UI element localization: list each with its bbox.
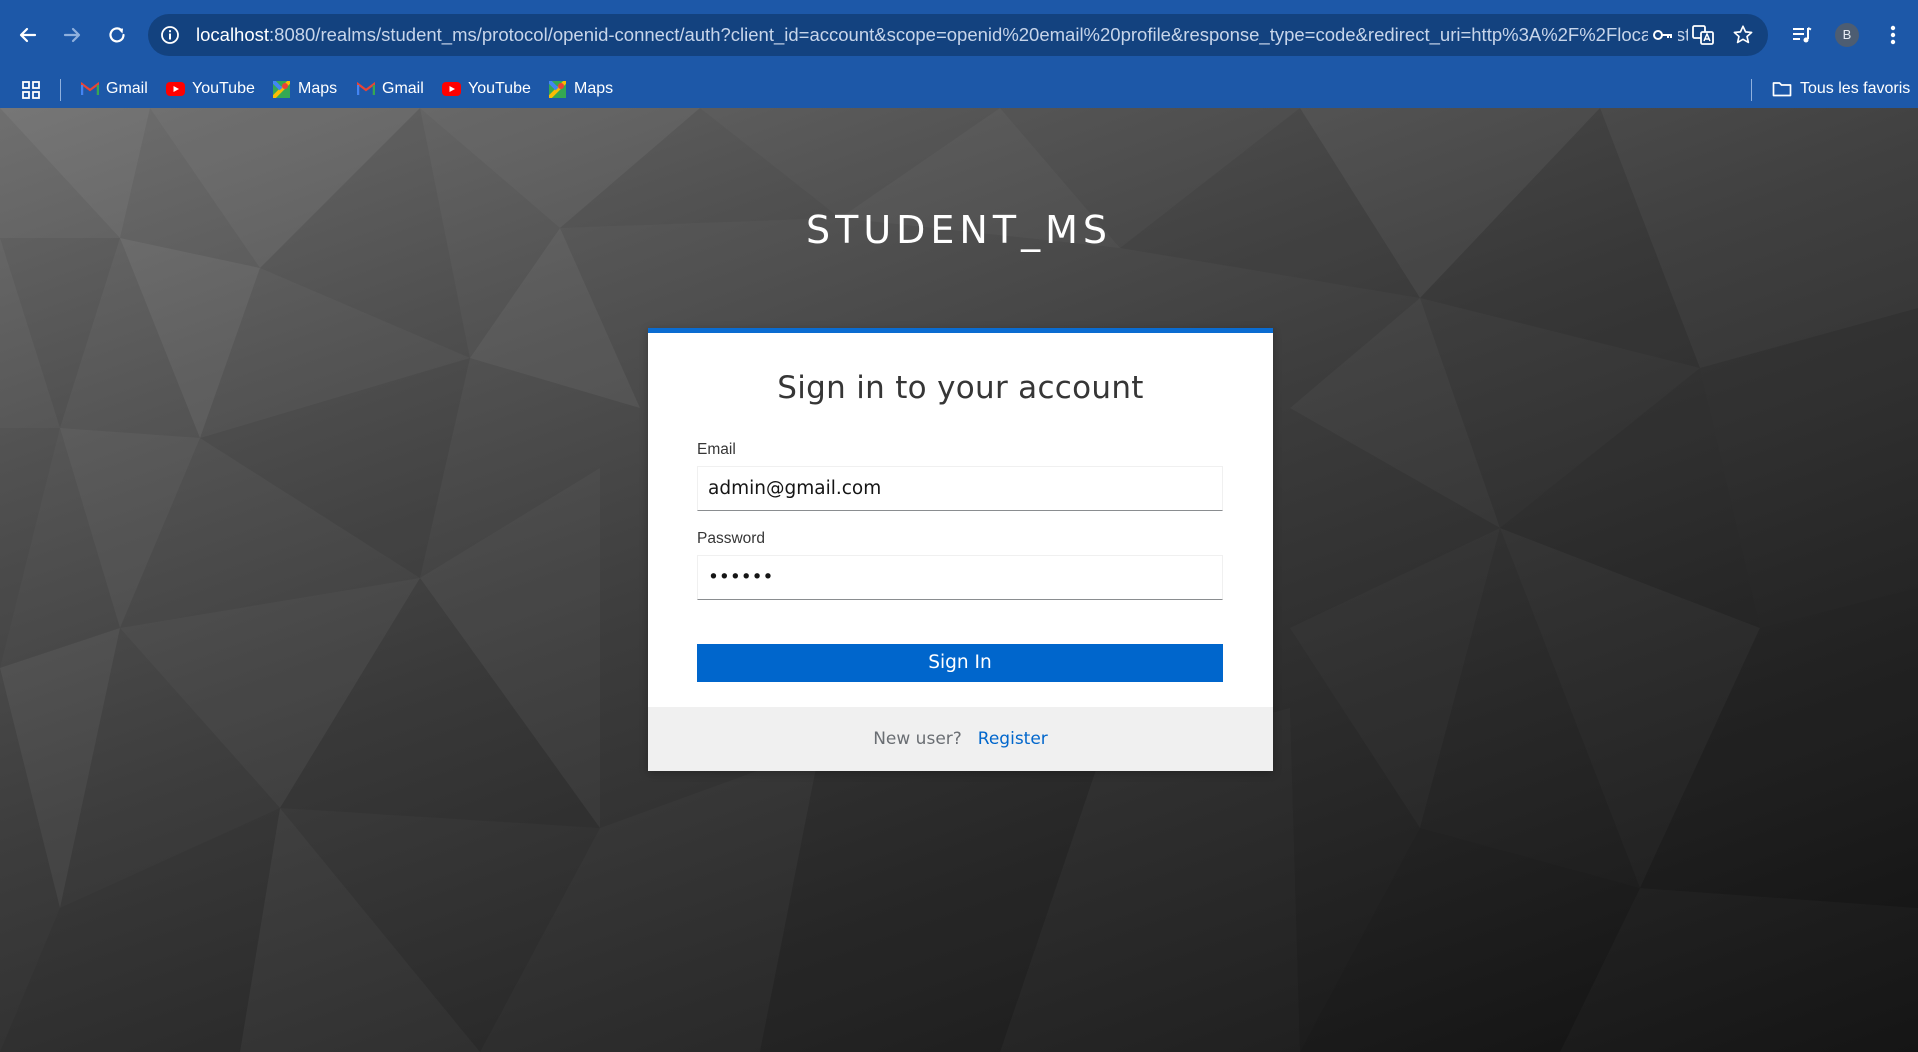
sign-in-button[interactable]: Sign In xyxy=(697,644,1223,682)
translate-button[interactable] xyxy=(1688,23,1718,47)
apps-grid-icon[interactable] xyxy=(22,81,40,99)
url-path: :8080/realms/student_ms/protocol/openid-… xyxy=(269,24,1706,45)
youtube-icon xyxy=(442,81,461,97)
bookmark-maps-2[interactable]: Maps xyxy=(548,77,613,101)
browser-toolbar: localhost:8080/realms/student_ms/protoco… xyxy=(0,0,1918,70)
bookmark-label: YouTube xyxy=(192,80,255,97)
bookmark-label: Gmail xyxy=(382,80,424,97)
bookmark-label: Gmail xyxy=(106,80,148,97)
password-field[interactable]: •••••• xyxy=(697,555,1223,600)
bookmarks-bar: Gmail YouTube Maps Gmail YouTube Maps To… xyxy=(0,70,1918,108)
playlist-icon xyxy=(1793,27,1812,43)
media-controls-button[interactable] xyxy=(1789,22,1815,48)
key-icon xyxy=(1653,30,1672,40)
youtube-icon xyxy=(166,81,185,97)
kebab-menu-icon xyxy=(1890,25,1896,45)
url-text[interactable]: localhost:8080/realms/student_ms/protoco… xyxy=(196,14,1786,56)
register-link[interactable]: Register xyxy=(978,729,1048,749)
password-label: Password xyxy=(697,530,766,547)
forward-button[interactable] xyxy=(55,18,89,52)
bookmark-gmail-2[interactable]: Gmail xyxy=(356,77,424,101)
back-button[interactable] xyxy=(11,18,45,52)
login-card: Sign in to your account Email Password •… xyxy=(648,328,1273,771)
bookmark-label: Maps xyxy=(298,80,338,97)
login-heading: Sign in to your account xyxy=(777,370,1144,406)
profile-avatar[interactable]: B xyxy=(1835,23,1859,47)
url-host: localhost xyxy=(196,24,270,45)
bookmark-gmail[interactable]: Gmail xyxy=(80,77,148,101)
bookmark-youtube-2[interactable]: YouTube xyxy=(442,77,531,101)
site-info-icon[interactable] xyxy=(160,25,180,45)
registration-footer: New user? Register xyxy=(648,707,1273,771)
password-key-button[interactable] xyxy=(1648,23,1678,47)
email-label: Email xyxy=(697,441,736,458)
bookmark-maps[interactable]: Maps xyxy=(272,77,337,101)
reload-button[interactable] xyxy=(100,18,134,52)
login-page: STUDENT_MS Sign in to your account Email… xyxy=(0,108,1918,1052)
maps-icon xyxy=(272,80,291,98)
reload-icon xyxy=(109,27,125,43)
gmail-icon xyxy=(80,81,99,97)
bookmark-label: YouTube xyxy=(468,80,531,97)
new-user-text: New user? xyxy=(873,729,962,749)
folder-icon xyxy=(1772,82,1792,97)
back-arrow-icon xyxy=(19,27,37,43)
bookmark-youtube[interactable]: YouTube xyxy=(166,77,255,101)
gmail-icon xyxy=(356,81,375,97)
bookmarks-divider xyxy=(60,79,61,101)
forward-arrow-icon xyxy=(63,27,81,43)
address-bar[interactable]: localhost:8080/realms/student_ms/protoco… xyxy=(148,14,1768,56)
maps-icon xyxy=(548,80,567,98)
all-bookmarks-button[interactable]: Tous les favoris xyxy=(1772,77,1910,101)
realm-title: STUDENT_MS xyxy=(806,208,1112,252)
browser-menu-button[interactable] xyxy=(1880,22,1906,48)
star-icon xyxy=(1733,25,1753,44)
bookmark-star-button[interactable] xyxy=(1728,23,1758,47)
email-field[interactable] xyxy=(697,466,1223,511)
bookmark-label: Maps xyxy=(574,80,614,97)
all-bookmarks-label: Tous les favoris xyxy=(1800,80,1911,97)
favorites-divider xyxy=(1751,79,1752,101)
translate-icon xyxy=(1692,25,1714,45)
